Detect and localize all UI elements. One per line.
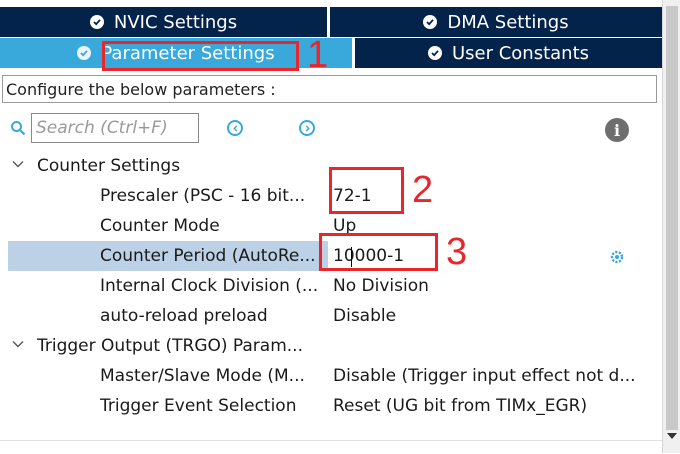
chevron-left-icon	[232, 124, 237, 132]
config-tabs: NVIC Settings DMA Settings Parameter Set…	[0, 0, 662, 70]
group-trigger-output[interactable]: Trigger Output (TRGO) Param...	[0, 331, 662, 361]
param-row-auto-reload-preload[interactable]: auto-reload preload Disable	[0, 301, 662, 331]
info-icon[interactable]: i	[605, 118, 629, 142]
tab-nvic-settings[interactable]: NVIC Settings	[0, 7, 327, 37]
tab-label: User Constants	[451, 42, 590, 64]
search-input[interactable]: Search (Ctrl+F)	[31, 113, 199, 143]
chevron-down-icon	[12, 341, 24, 348]
param-row-master-slave-mode[interactable]: Master/Slave Mode (M... Disable (Trigger…	[0, 361, 662, 391]
annotation-number-1: 1	[307, 34, 329, 76]
param-label: Trigger Event Selection	[100, 396, 297, 416]
annotation-number-2: 2	[412, 169, 434, 211]
tab-label: DMA Settings	[447, 11, 569, 33]
search-previous-button[interactable]	[227, 120, 243, 136]
param-label: Internal Clock Division (...	[100, 276, 319, 296]
param-label: Master/Slave Mode (M...	[100, 366, 305, 386]
check-circle-icon	[423, 15, 438, 29]
check-circle-icon	[89, 15, 104, 29]
annotation-box-3	[319, 233, 438, 271]
param-label: Counter Period (AutoRe...	[100, 246, 316, 266]
chevron-down-icon	[12, 161, 24, 168]
annotation-box-2	[329, 167, 404, 214]
chevron-right-icon	[305, 124, 310, 132]
annotation-box-1	[102, 41, 299, 71]
param-row-trigger-event-selection[interactable]: Trigger Event Selection Reset (UG bit fr…	[0, 391, 662, 421]
scrollbar-thumb[interactable]	[666, 6, 678, 430]
tab-user-constants[interactable]: User Constants	[355, 38, 662, 68]
annotation-number-3: 3	[446, 231, 468, 273]
tab-label: NVIC Settings	[113, 11, 238, 33]
group-label: Counter Settings	[37, 156, 181, 176]
param-value[interactable]: No Division	[333, 276, 429, 296]
param-value[interactable]: Disable (Trigger input effect not d...	[333, 366, 636, 386]
search-icon	[11, 121, 26, 136]
param-value[interactable]: Disable	[333, 306, 396, 326]
vertical-scrollbar[interactable]	[662, 0, 680, 453]
group-label: Trigger Output (TRGO) Param...	[37, 336, 303, 356]
gear-icon[interactable]	[609, 249, 625, 265]
scroll-down-arrow-icon[interactable]	[667, 433, 677, 439]
param-label: Prescaler (PSC - 16 bit...	[100, 186, 306, 206]
param-label: auto-reload preload	[100, 306, 268, 326]
check-circle-icon	[427, 46, 442, 60]
panel-bottom	[0, 440, 662, 454]
check-circle-icon	[77, 46, 92, 60]
search-next-button[interactable]	[299, 120, 315, 136]
param-row-clock-division[interactable]: Internal Clock Division (... No Division	[0, 271, 662, 301]
configure-hint: Configure the below parameters :	[2, 75, 657, 103]
param-value[interactable]: Reset (UG bit from TIMx_EGR)	[333, 396, 587, 416]
tab-dma-settings[interactable]: DMA Settings	[330, 7, 662, 37]
param-label: Counter Mode	[100, 216, 220, 236]
